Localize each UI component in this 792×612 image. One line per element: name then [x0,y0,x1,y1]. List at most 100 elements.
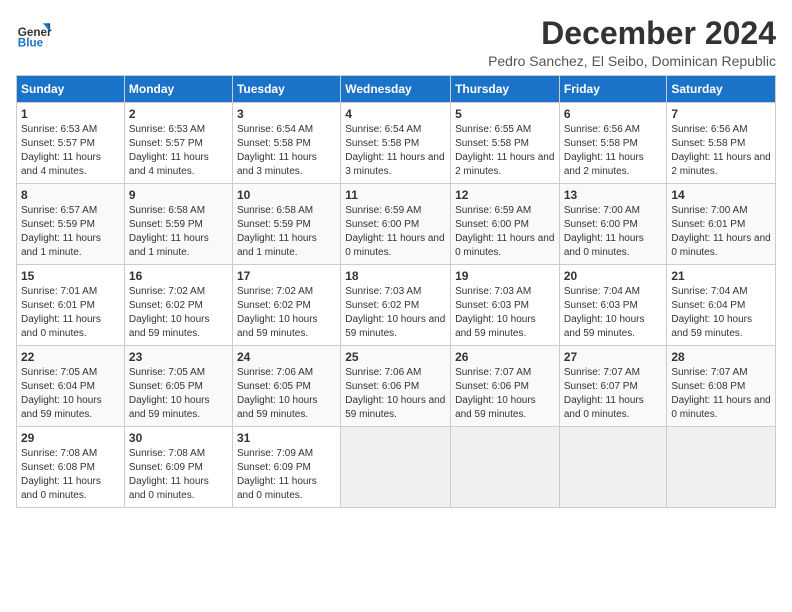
logo: General Blue [16,16,52,52]
dow-header: Wednesday [341,76,451,103]
calendar-cell: 18Sunrise: 7:03 AM Sunset: 6:02 PM Dayli… [341,265,451,346]
calendar-cell: 8 Sunrise: 6:57 AM Sunset: 5:59 PM Daylig… [17,184,125,265]
day-number: 3 [237,107,336,121]
calendar-cell: 5Sunrise: 6:55 AM Sunset: 5:58 PM Daylig… [451,103,560,184]
day-number: 31 [237,431,336,445]
calendar-cell: 10 Sunrise: 6:58 AM Sunset: 5:59 PM Dayli… [232,184,340,265]
calendar-cell: 29 Sunrise: 7:08 AM Sunset: 6:08 PM Dayli… [17,427,125,508]
calendar-cell [341,427,451,508]
day-number: 4 [345,107,446,121]
day-number: 21 [671,269,771,283]
calendar-week-row: 8 Sunrise: 6:57 AM Sunset: 5:59 PM Daylig… [17,184,776,265]
calendar-cell: 16 Sunrise: 7:02 AM Sunset: 6:02 PM Dayli… [124,265,232,346]
day-info: Sunrise: 7:01 AM Sunset: 6:01 PM Dayligh… [21,285,120,341]
calendar-cell: 28 Sunrise: 7:07 AM Sunset: 6:08 PM Dayli… [667,346,776,427]
dow-header: Tuesday [232,76,340,103]
main-title: December 2024 [488,16,776,51]
calendar-week-row: 22 Sunrise: 7:05 AM Sunset: 6:04 PM Dayli… [17,346,776,427]
calendar-cell: 25Sunrise: 7:06 AM Sunset: 6:06 PM Dayli… [341,346,451,427]
calendar-cell [451,427,560,508]
calendar-cell: 17 Sunrise: 7:02 AM Sunset: 6:02 PM Dayli… [232,265,340,346]
day-info: Sunrise: 7:03 AM Sunset: 6:03 PM Dayligh… [455,285,555,341]
day-info: Sunrise: 6:53 AM Sunset: 5:57 PM Dayligh… [21,123,120,179]
day-info: Sunrise: 7:02 AM Sunset: 6:02 PM Dayligh… [237,285,336,341]
day-info: Sunrise: 7:00 AM Sunset: 6:00 PM Dayligh… [564,204,663,260]
calendar-cell: 6 Sunrise: 6:56 AM Sunset: 5:58 PM Daylig… [559,103,667,184]
day-info: Sunrise: 7:04 AM Sunset: 6:03 PM Dayligh… [564,285,663,341]
calendar-cell: 9 Sunrise: 6:58 AM Sunset: 5:59 PM Daylig… [124,184,232,265]
day-info: Sunrise: 6:58 AM Sunset: 5:59 PM Dayligh… [129,204,228,260]
day-info: Sunrise: 7:06 AM Sunset: 6:05 PM Dayligh… [237,366,336,422]
day-info: Sunrise: 6:57 AM Sunset: 5:59 PM Dayligh… [21,204,120,260]
day-number: 5 [455,107,555,121]
day-info: Sunrise: 6:54 AM Sunset: 5:58 PM Dayligh… [237,123,336,179]
calendar-cell: 21Sunrise: 7:04 AM Sunset: 6:04 PM Dayli… [667,265,776,346]
day-number: 17 [237,269,336,283]
calendar-cell: 3 Sunrise: 6:54 AM Sunset: 5:58 PM Daylig… [232,103,340,184]
day-info: Sunrise: 7:02 AM Sunset: 6:02 PM Dayligh… [129,285,228,341]
day-number: 8 [21,188,120,202]
dow-header: Friday [559,76,667,103]
calendar-week-row: 1 Sunrise: 6:53 AM Sunset: 5:57 PM Daylig… [17,103,776,184]
day-number: 28 [671,350,771,364]
day-info: Sunrise: 7:07 AM Sunset: 6:06 PM Dayligh… [455,366,555,422]
day-info: Sunrise: 7:09 AM Sunset: 6:09 PM Dayligh… [237,447,336,503]
dow-header: Monday [124,76,232,103]
day-info: Sunrise: 7:05 AM Sunset: 6:04 PM Dayligh… [21,366,120,422]
calendar-cell: 12 Sunrise: 6:59 AM Sunset: 6:00 PM Dayli… [451,184,560,265]
day-info: Sunrise: 7:05 AM Sunset: 6:05 PM Dayligh… [129,366,228,422]
calendar: SundayMondayTuesdayWednesdayThursdayFrid… [16,75,776,508]
day-info: Sunrise: 6:59 AM Sunset: 6:00 PM Dayligh… [345,204,446,260]
calendar-week-row: 29 Sunrise: 7:08 AM Sunset: 6:08 PM Dayli… [17,427,776,508]
calendar-cell [667,427,776,508]
day-number: 9 [129,188,228,202]
calendar-cell: 20Sunrise: 7:04 AM Sunset: 6:03 PM Dayli… [559,265,667,346]
day-number: 19 [455,269,555,283]
calendar-cell: 31 Sunrise: 7:09 AM Sunset: 6:09 PM Dayli… [232,427,340,508]
logo-icon: General Blue [16,16,52,52]
header: General Blue December 2024 Pedro Sanchez… [16,16,776,69]
day-info: Sunrise: 6:58 AM Sunset: 5:59 PM Dayligh… [237,204,336,260]
day-number: 2 [129,107,228,121]
day-info: Sunrise: 7:00 AM Sunset: 6:01 PM Dayligh… [671,204,771,260]
calendar-cell: 15 Sunrise: 7:01 AM Sunset: 6:01 PM Dayli… [17,265,125,346]
day-info: Sunrise: 7:08 AM Sunset: 6:09 PM Dayligh… [129,447,228,503]
day-info: Sunrise: 7:07 AM Sunset: 6:08 PM Dayligh… [671,366,771,422]
day-info: Sunrise: 7:08 AM Sunset: 6:08 PM Dayligh… [21,447,120,503]
day-number: 1 [21,107,120,121]
calendar-cell: 2Sunrise: 6:53 AM Sunset: 5:57 PM Daylig… [124,103,232,184]
day-number: 30 [129,431,228,445]
day-number: 29 [21,431,120,445]
day-number: 27 [564,350,663,364]
day-number: 14 [671,188,771,202]
calendar-cell: 4Sunrise: 6:54 AM Sunset: 5:58 PM Daylig… [341,103,451,184]
calendar-cell: 27 Sunrise: 7:07 AM Sunset: 6:07 PM Dayli… [559,346,667,427]
day-number: 26 [455,350,555,364]
day-number: 23 [129,350,228,364]
day-number: 15 [21,269,120,283]
day-number: 12 [455,188,555,202]
calendar-cell: 22 Sunrise: 7:05 AM Sunset: 6:04 PM Dayli… [17,346,125,427]
day-info: Sunrise: 6:56 AM Sunset: 5:58 PM Dayligh… [564,123,663,179]
day-number: 16 [129,269,228,283]
dow-header: Saturday [667,76,776,103]
day-number: 22 [21,350,120,364]
calendar-cell: 13Sunrise: 7:00 AM Sunset: 6:00 PM Dayli… [559,184,667,265]
svg-text:Blue: Blue [18,37,44,50]
day-number: 24 [237,350,336,364]
days-of-week-row: SundayMondayTuesdayWednesdayThursdayFrid… [17,76,776,103]
calendar-cell [559,427,667,508]
day-info: Sunrise: 7:03 AM Sunset: 6:02 PM Dayligh… [345,285,446,341]
day-number: 6 [564,107,663,121]
calendar-cell: 11Sunrise: 6:59 AM Sunset: 6:00 PM Dayli… [341,184,451,265]
calendar-week-row: 15 Sunrise: 7:01 AM Sunset: 6:01 PM Dayli… [17,265,776,346]
day-number: 7 [671,107,771,121]
calendar-cell: 26 Sunrise: 7:07 AM Sunset: 6:06 PM Dayli… [451,346,560,427]
day-number: 10 [237,188,336,202]
day-number: 25 [345,350,446,364]
day-info: Sunrise: 7:07 AM Sunset: 6:07 PM Dayligh… [564,366,663,422]
calendar-cell: 14 Sunrise: 7:00 AM Sunset: 6:01 PM Dayli… [667,184,776,265]
calendar-cell: 24 Sunrise: 7:06 AM Sunset: 6:05 PM Dayli… [232,346,340,427]
calendar-body: 1 Sunrise: 6:53 AM Sunset: 5:57 PM Daylig… [17,103,776,508]
day-info: Sunrise: 6:59 AM Sunset: 6:00 PM Dayligh… [455,204,555,260]
